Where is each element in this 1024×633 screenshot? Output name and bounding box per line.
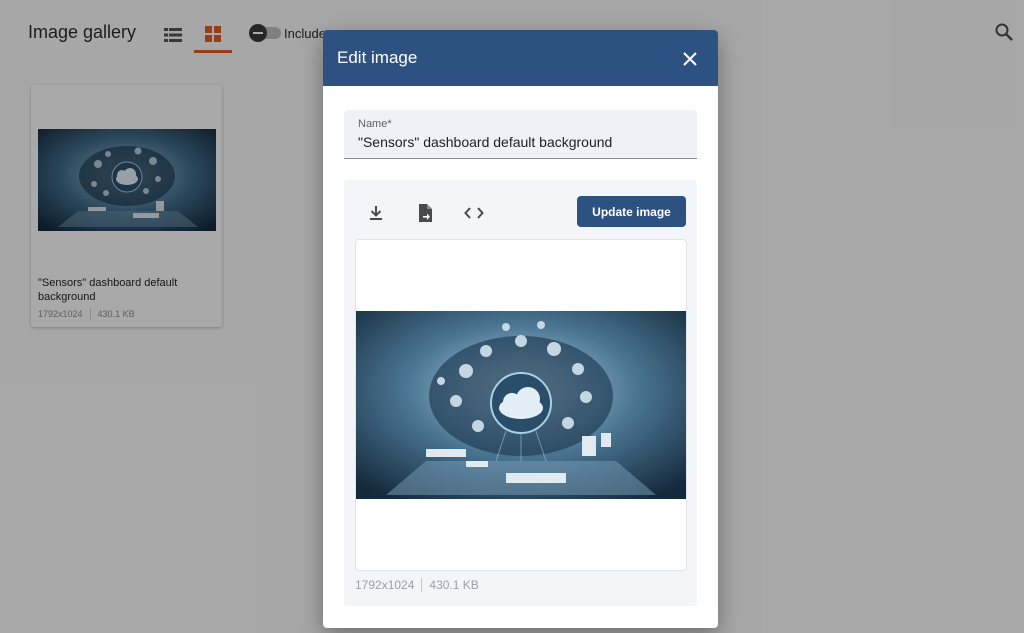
- name-input[interactable]: [358, 134, 688, 150]
- image-meta: 1792x1024 430.1 KB: [355, 578, 479, 592]
- download-icon: [370, 206, 382, 220]
- close-button[interactable]: [678, 47, 702, 71]
- dialog-title: Edit image: [337, 48, 418, 67]
- edit-image-dialog: Edit image Name* "Sensors" dashboard def…: [323, 30, 718, 628]
- preview-image: [356, 311, 686, 499]
- update-image-button[interactable]: Update image: [577, 196, 686, 227]
- download-button[interactable]: [363, 200, 389, 226]
- image-preview: [355, 239, 687, 571]
- name-field-label: Name*: [358, 118, 392, 130]
- image-dimensions: 1792x1024: [355, 578, 415, 592]
- image-size: 430.1 KB: [429, 578, 479, 592]
- embed-code-button[interactable]: [461, 200, 487, 226]
- close-icon: [683, 52, 697, 66]
- file-export-icon: [419, 204, 432, 222]
- dialog-header: Edit image: [323, 30, 718, 86]
- export-file-button[interactable]: [412, 200, 438, 226]
- image-panel: Update image 1792x1024 430.1 KB: [344, 180, 697, 606]
- meta-divider: [421, 578, 423, 592]
- name-field[interactable]: Name*: [344, 110, 697, 159]
- code-icon: [464, 207, 484, 219]
